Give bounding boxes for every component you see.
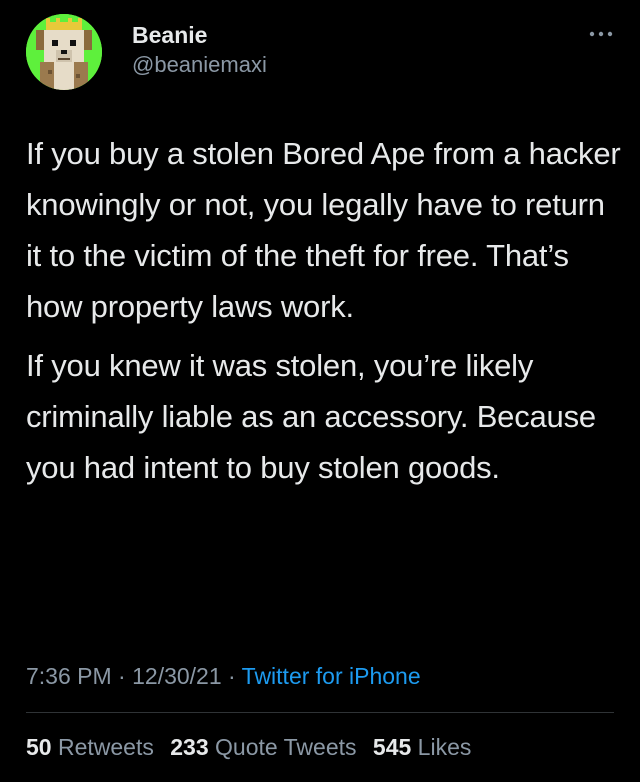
author-info: Beanie @beaniemaxi [132,20,267,80]
meta-separator: · [111,663,133,689]
likes-count: 545 [372,734,412,760]
pixel-dog-avatar-icon[interactable] [26,14,102,90]
tweet-date[interactable]: 12/30/21 [132,663,222,689]
likes-stat[interactable]: 545 Likes [373,730,471,764]
retweets-count: 50 [26,734,52,760]
author-display-name[interactable]: Beanie [132,20,267,50]
retweets-label: Retweets [57,734,154,760]
quote-tweets-label: Quote Tweets [215,734,357,760]
tweet-stats: 50 Retweets 233 Quote Tweets 545 Likes [26,730,481,764]
tweet-paragraph: If you knew it was stolen, you’re likely… [26,348,596,485]
tweet-paragraph: If you buy a stolen Bored Ape from a hac… [26,136,621,324]
author-handle[interactable]: @beaniemaxi [132,50,267,80]
tweet-source-link[interactable]: Twitter for iPhone [242,663,421,689]
meta-separator: · [221,663,242,689]
tweet-header: Beanie @beaniemaxi [26,14,616,90]
tweet-meta: 7:36 PM · 12/30/21 · Twitter for iPhone [26,659,421,693]
retweets-stat[interactable]: 50 Retweets [26,730,154,764]
likes-label: Likes [417,734,472,760]
tweet-text: If you buy a stolen Bored Ape from a hac… [26,128,626,501]
tweet-time[interactable]: 7:36 PM [26,663,112,689]
quote-tweets-count: 233 [170,734,209,760]
more-options-icon[interactable] [586,24,616,44]
divider [26,712,614,713]
quote-tweets-stat[interactable]: 233 Quote Tweets [170,730,356,764]
